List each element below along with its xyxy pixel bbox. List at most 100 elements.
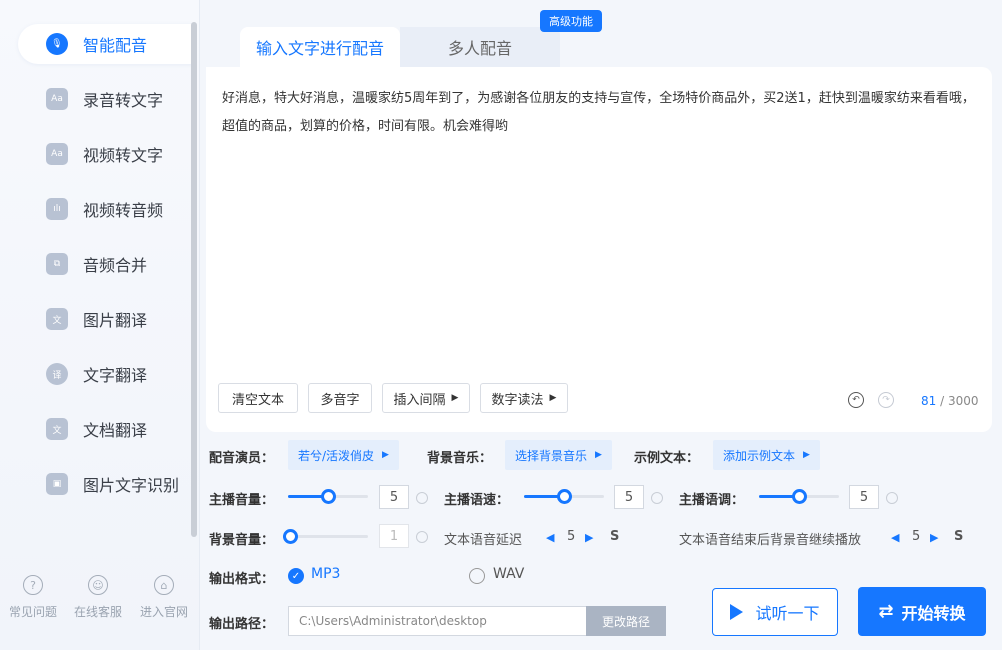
output-path-field[interactable]: C:\Users\Administrator\desktop (288, 606, 586, 636)
format-wav-radio[interactable] (469, 568, 485, 584)
sidebar-bottom-links: ? 常见问题 ☺ 在线客服 ⌂ 进入官网 (0, 575, 200, 635)
sidebar: 🎙 智能配音 Aa 录音转文字 Aa 视频转文字 ılı 视频转音频 ⧉ 音频合… (0, 0, 200, 650)
text-translate-icon: 译 (46, 363, 68, 385)
output-path-label: 输出路径： (209, 613, 274, 632)
bg-music-value: 选择背景音乐 (515, 447, 587, 464)
sidebar-item-label: 图片翻译 (83, 307, 147, 331)
reset-icon[interactable] (416, 492, 428, 504)
premium-badge: 高级功能 (540, 10, 602, 32)
audio-merge-icon: ⧉ (46, 253, 68, 275)
decrease-icon[interactable]: ◀ (546, 531, 554, 544)
website-link[interactable]: ⌂ 进入官网 (131, 575, 197, 620)
voice-actor-select[interactable]: 若兮/活泼俏皮 ▶ (288, 440, 399, 470)
start-convert-label: 开始转换 (902, 600, 966, 624)
reset-icon[interactable] (651, 492, 663, 504)
sidebar-item-document-translate[interactable]: 文 文档翻译 (18, 409, 192, 449)
sidebar-item-label: 智能配音 (83, 32, 147, 56)
polyphone-button[interactable]: 多音字 (308, 383, 372, 413)
polyphone-label: 多音字 (320, 389, 359, 408)
bg-volume-value-box[interactable]: 1 (379, 524, 409, 548)
triangle-right-icon: ▶ (550, 393, 557, 403)
customer-service-label: 在线客服 (74, 603, 122, 620)
speed-slider[interactable] (524, 486, 604, 506)
slider-knob[interactable] (283, 529, 298, 544)
slider-knob[interactable] (792, 489, 807, 504)
redo-icon[interactable]: ↷ (878, 392, 894, 408)
increase-icon[interactable]: ▶ (585, 531, 593, 544)
website-label: 进入官网 (140, 603, 188, 620)
sidebar-scrollbar[interactable] (191, 22, 197, 537)
speed-label: 主播语速： (444, 489, 509, 508)
sample-text-label: 示例文本： (634, 447, 699, 466)
pitch-label: 主播语调： (679, 489, 744, 508)
help-icon: ? (23, 575, 43, 595)
pitch-value-box[interactable]: 5 (849, 485, 879, 509)
format-wav-label[interactable]: WAV (493, 566, 524, 582)
slider-knob[interactable] (321, 489, 336, 504)
start-convert-button[interactable]: ⇄ 开始转换 (858, 587, 986, 636)
char-count-max: / 3000 (936, 394, 978, 408)
sidebar-item-video-to-text[interactable]: Aa 视频转文字 (18, 134, 192, 174)
sidebar-item-label: 文档翻译 (83, 417, 147, 441)
customer-service-link[interactable]: ☺ 在线客服 (65, 575, 131, 620)
pitch-slider[interactable] (759, 486, 839, 506)
image-ocr-icon: ▣ (46, 473, 68, 495)
triangle-right-icon: ▶ (803, 450, 810, 460)
increase-icon[interactable]: ▶ (930, 531, 938, 544)
help-link[interactable]: ? 常见问题 (0, 575, 66, 620)
image-translate-icon: 文 (46, 308, 68, 330)
bg-volume-slider[interactable] (283, 526, 368, 546)
text-input-area[interactable]: 好消息，特大好消息，温暖家纺5周年到了，为感谢各位朋友的支持与宣传，全场特价商品… (222, 85, 982, 141)
number-reading-button[interactable]: 数字读法 ▶ (480, 383, 568, 413)
sample-text-select[interactable]: 添加示例文本 ▶ (713, 440, 820, 470)
sidebar-item-label: 图片文字识别 (83, 472, 179, 496)
decrease-icon[interactable]: ◀ (891, 531, 899, 544)
sidebar-item-image-translate[interactable]: 文 图片翻译 (18, 299, 192, 339)
reset-icon[interactable] (886, 492, 898, 504)
sidebar-item-video-to-audio[interactable]: ılı 视频转音频 (18, 189, 192, 229)
continue-bg-value: 5 (912, 529, 920, 544)
volume-value-box[interactable]: 5 (379, 485, 409, 509)
voice-actor-value: 若兮/活泼俏皮 (298, 447, 374, 464)
insert-pause-label: 插入间隔 (394, 389, 446, 408)
bg-music-label: 背景音乐： (427, 447, 492, 466)
format-mp3-radio[interactable]: ✓ (288, 568, 304, 584)
bg-volume-label: 背景音量： (209, 529, 274, 548)
clear-text-button[interactable]: 清空文本 (218, 383, 298, 413)
sidebar-nav: 🎙 智能配音 Aa 录音转文字 Aa 视频转文字 ılı 视频转音频 ⧉ 音频合… (0, 0, 192, 545)
text-delay-unit: S (610, 529, 619, 544)
volume-slider[interactable] (288, 486, 368, 506)
format-mp3-label[interactable]: MP3 (311, 566, 340, 582)
sidebar-item-label: 录音转文字 (83, 87, 163, 111)
try-listen-button[interactable]: 试听一下 (712, 588, 838, 636)
undo-icon[interactable]: ↶ (848, 392, 864, 408)
speed-value-box[interactable]: 5 (614, 485, 644, 509)
text-delay-label: 文本语音延迟 (444, 529, 522, 548)
sidebar-item-label: 视频转音频 (83, 197, 163, 221)
bg-music-select[interactable]: 选择背景音乐 ▶ (505, 440, 612, 470)
reset-icon[interactable] (416, 531, 428, 543)
output-format-label: 输出格式： (209, 568, 274, 587)
char-counter: 81 / 3000 (921, 394, 979, 408)
tab-multi-dubbing[interactable]: 多人配音 (400, 27, 560, 67)
sidebar-item-record-to-text[interactable]: Aa 录音转文字 (18, 79, 192, 119)
number-reading-label: 数字读法 (492, 389, 544, 408)
triangle-right-icon: ▶ (595, 450, 602, 460)
sample-text-value: 添加示例文本 (723, 447, 795, 464)
sidebar-item-smart-dubbing[interactable]: 🎙 智能配音 (18, 24, 192, 64)
sidebar-item-audio-merge[interactable]: ⧉ 音频合并 (18, 244, 192, 284)
sidebar-item-label: 文字翻译 (83, 362, 147, 386)
customer-service-icon: ☺ (88, 575, 108, 595)
sidebar-item-text-translate[interactable]: 译 文字翻译 (18, 354, 192, 394)
volume-label: 主播音量： (209, 489, 274, 508)
insert-pause-button[interactable]: 插入间隔 ▶ (382, 383, 470, 413)
tab-single-dubbing[interactable]: 输入文字进行配音 (240, 27, 400, 67)
sidebar-item-image-ocr[interactable]: ▣ 图片文字识别 (18, 464, 192, 504)
change-path-button[interactable]: 更改路径 (586, 606, 666, 636)
triangle-right-icon: ▶ (382, 450, 389, 460)
slider-knob[interactable] (557, 489, 572, 504)
clear-text-label: 清空文本 (232, 389, 284, 408)
play-icon (730, 604, 743, 620)
video-to-text-icon: Aa (46, 143, 68, 165)
record-to-text-icon: Aa (46, 88, 68, 110)
